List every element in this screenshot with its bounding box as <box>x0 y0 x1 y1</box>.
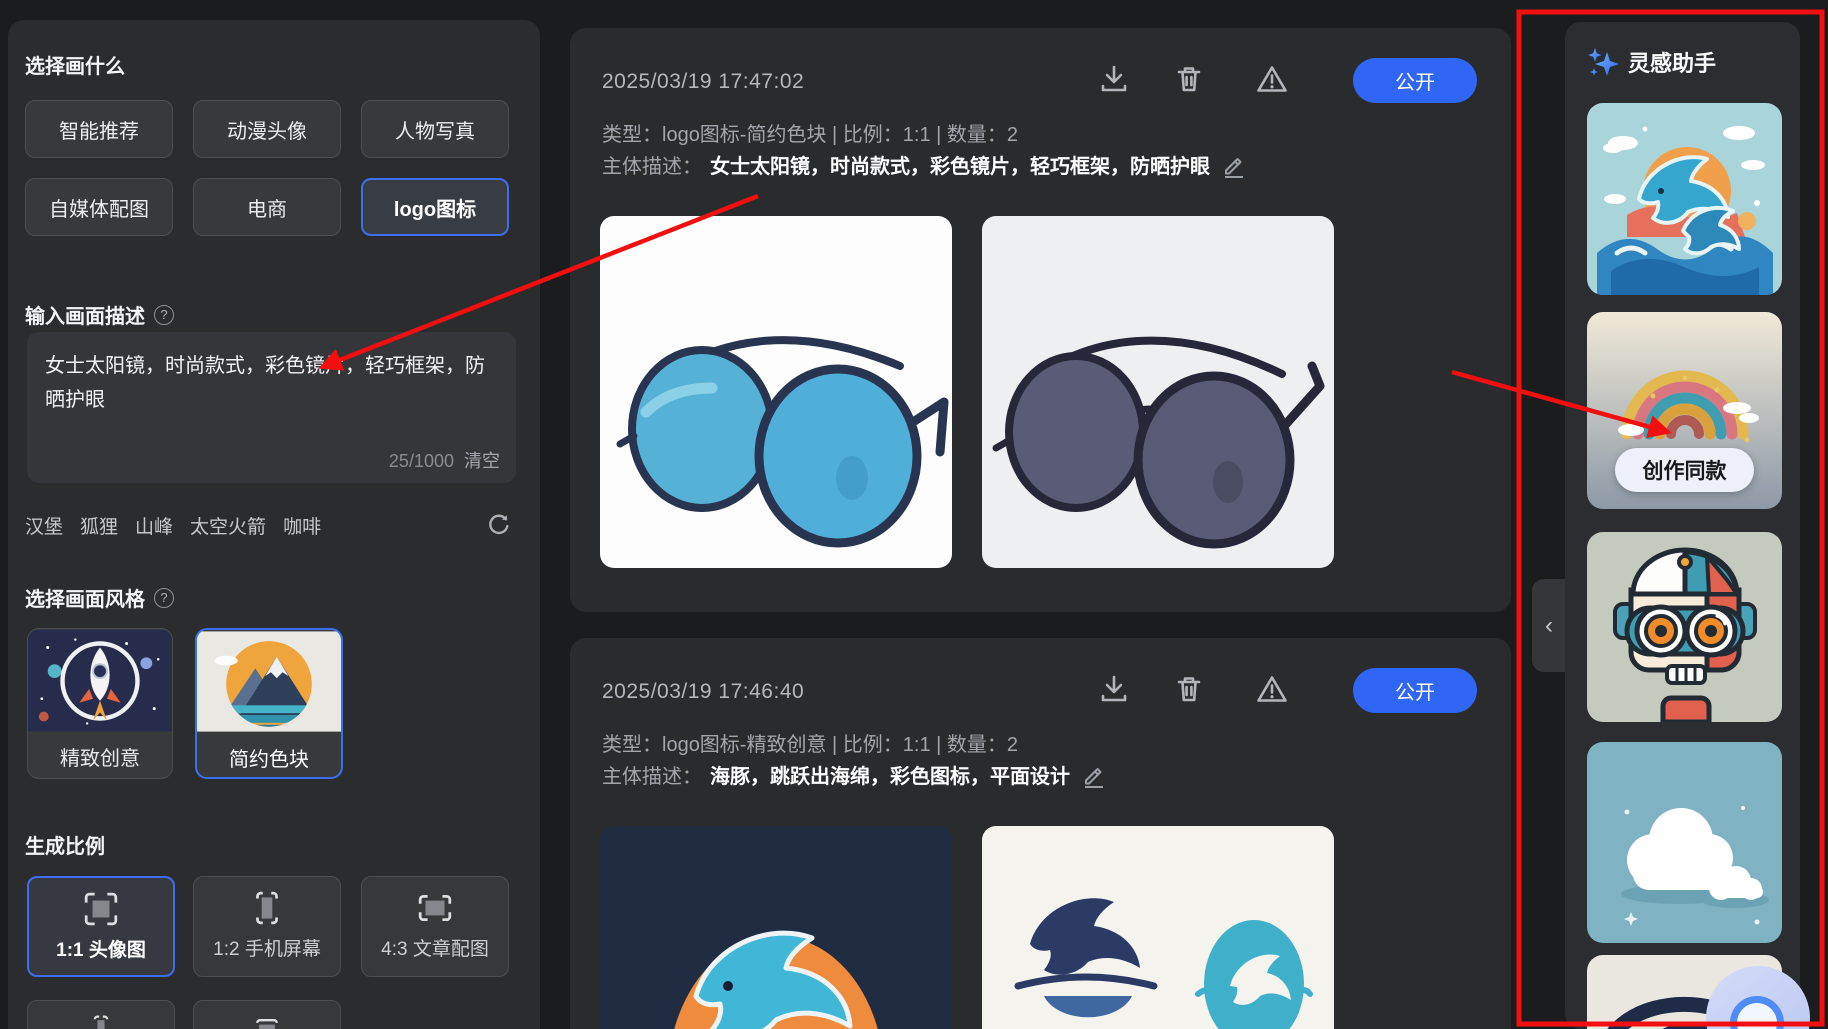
trash-icon[interactable] <box>1172 672 1206 706</box>
ratio-label: 1:1 头像图 <box>56 935 146 962</box>
trash-icon[interactable] <box>1172 62 1206 96</box>
generation-card: 2025/03/19 17:47:02 公开 类型：logo图标-简约色块 | … <box>570 28 1511 612</box>
download-icon[interactable] <box>1097 62 1131 96</box>
inspiration-header: 灵感助手 <box>1587 46 1716 78</box>
result-image-dolphin-marks[interactable] <box>982 826 1334 1029</box>
ratio-1-1[interactable]: 1:1 头像图 <box>27 876 175 977</box>
result-image-blue-sunglasses[interactable] <box>600 216 952 568</box>
timestamp: 2025/03/19 17:46:40 <box>602 680 804 704</box>
prompt-text: 女士太阳镜，时尚款式，彩色镜片，轻巧框架，防晒护眼 <box>45 349 498 417</box>
suggestion-item[interactable]: 狐狸 <box>80 512 118 539</box>
category-ecommerce[interactable]: 电商 <box>193 178 341 236</box>
ratio-extra-2[interactable] <box>193 1000 341 1029</box>
inspiration-panel: 灵感助手 <box>1565 22 1800 1029</box>
warning-icon[interactable] <box>1255 62 1289 96</box>
inspiration-thumb-rainbow[interactable]: 创作同款 <box>1587 312 1782 509</box>
help-icon[interactable]: ? <box>154 588 174 608</box>
section-title-style: 选择画面风格 ? <box>25 583 174 612</box>
ratio-1-2-icon <box>249 890 285 926</box>
suggestion-item[interactable]: 汉堡 <box>25 512 63 539</box>
category-portrait[interactable]: 人物写真 <box>361 100 509 158</box>
result-image-dark-sunglasses[interactable] <box>982 216 1334 568</box>
chevron-left-icon: ‹ <box>1545 612 1553 640</box>
suggestion-item[interactable]: 山峰 <box>135 512 173 539</box>
desc-value: 女士太阳镜，时尚款式，彩色镜片，轻巧框架，防晒护眼 <box>710 150 1210 179</box>
create-same-style-button[interactable]: 创作同款 <box>1615 448 1754 492</box>
ratio-4-3[interactable]: 4:3 文章配图 <box>361 876 509 977</box>
suggestion-item[interactable]: 太空火箭 <box>190 512 266 539</box>
generation-meta: 类型：logo图标-简约色块 | 比例：1:1 | 数量：2 <box>602 118 1018 147</box>
timestamp: 2025/03/19 17:47:02 <box>602 70 804 94</box>
style-card-creative[interactable]: 精致创意 <box>27 628 173 779</box>
char-counter: 25/1000清空 <box>389 447 500 473</box>
style-label: 简约色块 <box>197 743 341 772</box>
generation-card: 2025/03/19 17:46:40 公开 类型：logo图标-精致创意 | … <box>570 638 1511 1029</box>
ratio-extra-1[interactable] <box>27 1000 175 1029</box>
style-card-minimal-blocks[interactable]: 简约色块 <box>195 628 343 779</box>
desc-label: 主体描述： <box>602 150 702 179</box>
subject-description-row: 主体描述： 海豚，跳跃出海绵，彩色图标，平面设计 <box>602 760 1106 789</box>
ratio-extra-icon <box>86 1014 116 1029</box>
suggestion-row: 汉堡 狐狸 山峰 太空火箭 咖啡 <box>25 512 321 539</box>
publish-button[interactable]: 公开 <box>1353 58 1477 103</box>
section-title-what: 选择画什么 <box>25 50 125 79</box>
download-icon[interactable] <box>1097 672 1131 706</box>
section-title-ratio: 生成比例 <box>25 830 105 859</box>
category-smart-recommend[interactable]: 智能推荐 <box>25 100 173 158</box>
inspiration-title: 灵感助手 <box>1628 46 1716 78</box>
category-media-image[interactable]: 自媒体配图 <box>25 178 173 236</box>
category-anime-avatar[interactable]: 动漫头像 <box>193 100 341 158</box>
edit-icon[interactable] <box>1222 152 1246 178</box>
assistant-bubble-ring <box>1730 996 1784 1029</box>
ratio-1-2[interactable]: 1:2 手机屏幕 <box>193 876 341 977</box>
mountain-style-image <box>197 630 341 733</box>
warning-icon[interactable] <box>1255 672 1289 706</box>
ratio-label: 1:2 手机屏幕 <box>213 934 321 961</box>
ratio-1-1-icon <box>83 891 119 927</box>
sparkles-icon <box>1587 46 1619 78</box>
inspiration-thumb-dolphin[interactable] <box>1587 103 1782 295</box>
category-logo-icon[interactable]: logo图标 <box>361 178 509 236</box>
refresh-icon[interactable] <box>486 512 512 538</box>
desc-value: 海豚，跳跃出海绵，彩色图标，平面设计 <box>710 760 1070 789</box>
ratio-label: 4:3 文章配图 <box>381 934 489 961</box>
inspiration-thumb-robot[interactable] <box>1587 532 1782 722</box>
left-settings-panel: 选择画什么 智能推荐 动漫头像 人物写真 自媒体配图 电商 logo图标 输入画… <box>8 20 540 1029</box>
section-title-prompt: 输入画面描述 ? <box>25 300 174 329</box>
subject-description-row: 主体描述： 女士太阳镜，时尚款式，彩色镜片，轻巧框架，防晒护眼 <box>602 150 1246 179</box>
rocket-style-image <box>28 629 172 732</box>
desc-label: 主体描述： <box>602 760 702 789</box>
generation-meta: 类型：logo图标-精致创意 | 比例：1:1 | 数量：2 <box>602 728 1018 757</box>
ratio-extra-icon <box>252 1014 282 1029</box>
prompt-input[interactable]: 女士太阳镜，时尚款式，彩色镜片，轻巧框架，防晒护眼 25/1000清空 <box>27 332 516 483</box>
help-icon[interactable]: ? <box>154 305 174 325</box>
clear-button[interactable]: 清空 <box>464 451 500 471</box>
publish-button[interactable]: 公开 <box>1353 668 1477 713</box>
style-label: 精致创意 <box>28 742 172 771</box>
panel-collapse-handle[interactable]: ‹ <box>1532 579 1566 672</box>
inspiration-thumb-clouds[interactable] <box>1587 742 1782 943</box>
result-image-dolphins-navy[interactable] <box>600 826 952 1029</box>
app-root: 选择画什么 智能推荐 动漫头像 人物写真 自媒体配图 电商 logo图标 输入画… <box>0 0 1828 1029</box>
ratio-4-3-icon <box>417 890 453 926</box>
suggestion-item[interactable]: 咖啡 <box>283 512 321 539</box>
edit-icon[interactable] <box>1082 762 1106 788</box>
